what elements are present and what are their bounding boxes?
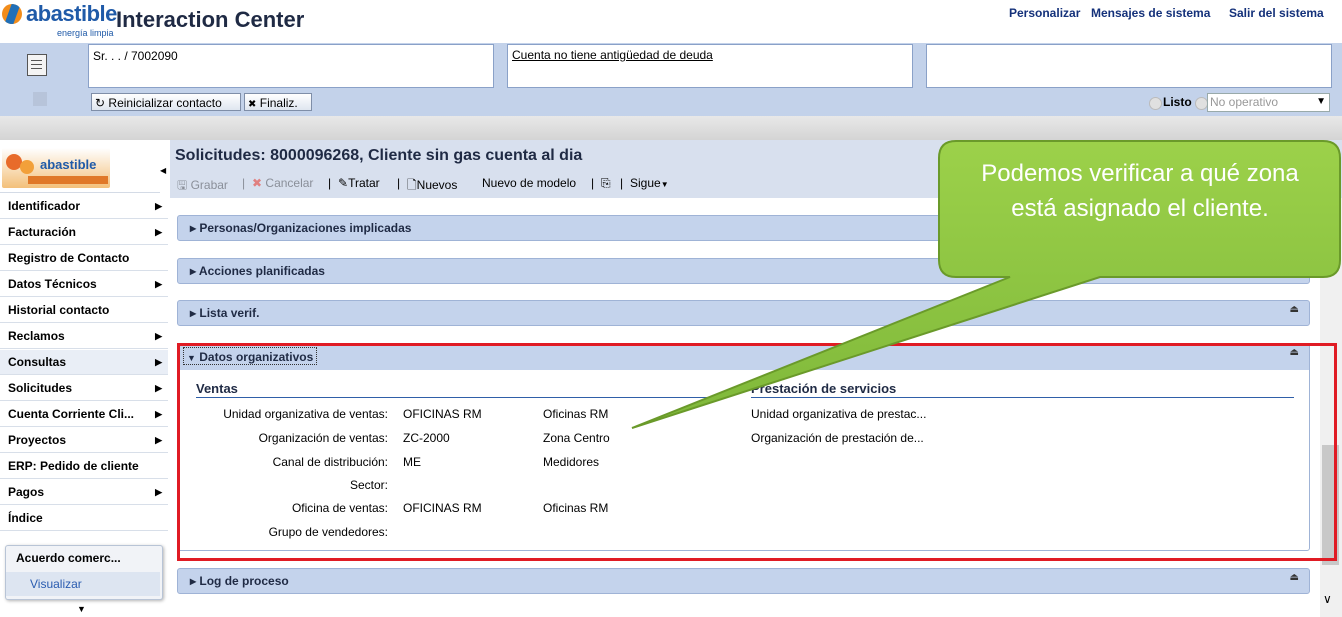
callout-balloon (631, 140, 1341, 429)
callout-text: Podemos verificar a qué zona está asigna… (981, 160, 1299, 222)
